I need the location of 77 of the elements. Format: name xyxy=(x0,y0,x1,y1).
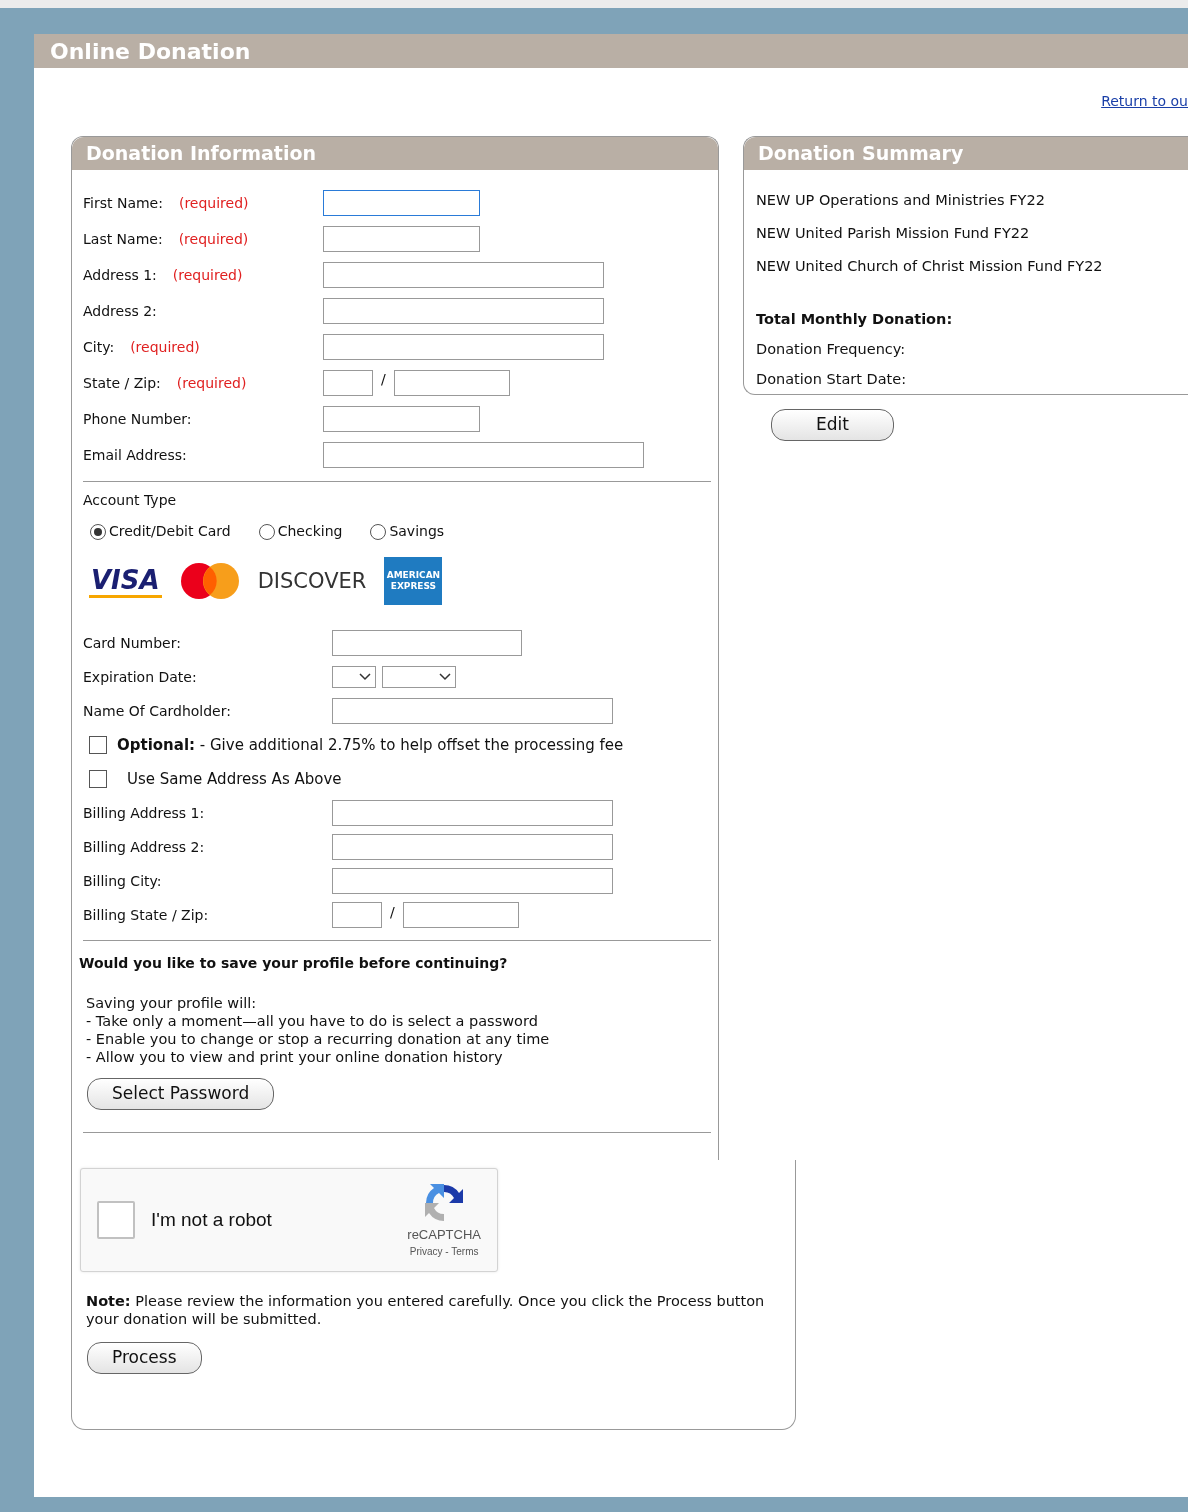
discover-logo: DISCOVER xyxy=(257,568,367,594)
field-label: Phone Number: xyxy=(83,409,192,429)
field-label: Last Name: xyxy=(83,229,163,249)
section-label: Account Type xyxy=(83,491,178,510)
radio-label: Credit/Debit Card xyxy=(109,522,231,541)
field-label: Billing Address 1: xyxy=(83,804,205,821)
summary-label: Donation Start Date: xyxy=(756,369,908,389)
field-label: Expiration Date: xyxy=(83,668,197,685)
dropdown-field[interactable] xyxy=(382,666,456,688)
required-hint: (required) xyxy=(178,229,249,249)
radio-label: Checking xyxy=(277,522,343,541)
visa-logo: VISA xyxy=(89,564,162,598)
checkbox-label: Optional: - Give additional 2.75% to help offset the processing fee xyxy=(117,734,624,756)
amex-logo: AMERICAN EXPRESS xyxy=(384,557,443,605)
input-field[interactable] xyxy=(332,630,522,656)
captcha-brand: reCAPTCHA xyxy=(407,1225,481,1244)
panel-title: Donation Information xyxy=(86,141,317,167)
captcha-checkbox[interactable] xyxy=(97,1201,135,1239)
profile-benefits-text: Saving your profile will: - Take only a moment—all you have to do is select a password - Enable you to change or stop a recurring donation at any time - Allow you to view and print your online donation history xyxy=(86,994,551,1066)
field-label: Name Of Cardholder: xyxy=(83,702,231,719)
input-field[interactable] xyxy=(323,298,604,324)
input-field[interactable] xyxy=(332,800,613,826)
required-hint: (required) xyxy=(130,337,200,357)
field-label: Billing Address 2: xyxy=(83,838,205,855)
required-hint: (required) xyxy=(176,373,247,393)
slash-separator: / xyxy=(381,370,386,389)
captcha-label: I'm not a robot xyxy=(151,1207,272,1232)
fund-name: NEW UP Operations and Ministries FY22 xyxy=(756,191,1046,210)
page-title: Online Donation xyxy=(50,37,251,66)
field-label: Card Number: xyxy=(83,634,181,651)
field-label: Billing State / Zip: xyxy=(83,906,209,923)
field-label: Address 2: xyxy=(83,301,157,321)
input-field[interactable] xyxy=(323,334,604,360)
fund-name: NEW United Church of Christ Mission Fund FY22 xyxy=(756,256,1104,276)
field-label: Address 1: xyxy=(83,265,157,285)
field-label: Email Address: xyxy=(83,445,187,465)
panel-title: Donation Summary xyxy=(758,141,964,167)
input-field[interactable] xyxy=(332,698,613,724)
input-field[interactable] xyxy=(323,190,480,216)
input-field[interactable] xyxy=(402,902,519,928)
input-field[interactable] xyxy=(323,442,644,468)
radio-button[interactable] xyxy=(370,523,387,540)
radio-button[interactable] xyxy=(258,523,275,540)
total-label: Total Monthly Donation: xyxy=(756,310,954,330)
radio-button[interactable] xyxy=(90,523,106,540)
input-field[interactable] xyxy=(393,370,510,396)
select-password-button[interactable]: Select Password xyxy=(87,1078,275,1110)
field-label: Billing City: xyxy=(83,872,162,889)
radio-label: Savings xyxy=(389,522,445,541)
input-field[interactable] xyxy=(332,868,613,894)
dropdown-field[interactable] xyxy=(332,666,376,688)
edit-button[interactable]: Edit xyxy=(771,409,894,441)
input-field[interactable] xyxy=(323,262,604,288)
checkbox-label: Use Same Address As Above xyxy=(127,768,342,790)
summary-label: Donation Frequency: xyxy=(756,340,907,359)
input-field[interactable] xyxy=(323,406,480,432)
return-link[interactable]: Return to ou xyxy=(1101,91,1188,112)
input-field[interactable] xyxy=(332,834,613,860)
input-field[interactable] xyxy=(323,226,480,252)
chevron-down-icon xyxy=(439,673,451,681)
captcha-links[interactable]: Privacy - Terms xyxy=(409,1244,479,1260)
required-hint: (required) xyxy=(178,193,249,213)
input-field[interactable] xyxy=(323,370,373,396)
slash-separator: / xyxy=(390,903,395,922)
field-label: First Name: xyxy=(83,193,163,213)
input-field[interactable] xyxy=(332,902,382,928)
mastercard-logo-icon xyxy=(179,562,240,600)
note-text: Note: Please review the information you entered carefully. Once you click the Process button your donation will be submitted. xyxy=(86,1292,766,1328)
profile-question: Would you like to save your profile before continuing? xyxy=(79,954,509,973)
checkbox[interactable] xyxy=(89,736,107,754)
checkbox[interactable] xyxy=(89,770,107,788)
process-button[interactable]: Process xyxy=(87,1342,202,1374)
required-hint: (required) xyxy=(172,265,243,285)
fund-name: NEW United Parish Mission Fund FY22 xyxy=(756,223,1031,243)
field-label: State / Zip: xyxy=(83,373,161,393)
field-label: City: xyxy=(83,337,115,357)
chevron-down-icon xyxy=(359,673,371,681)
